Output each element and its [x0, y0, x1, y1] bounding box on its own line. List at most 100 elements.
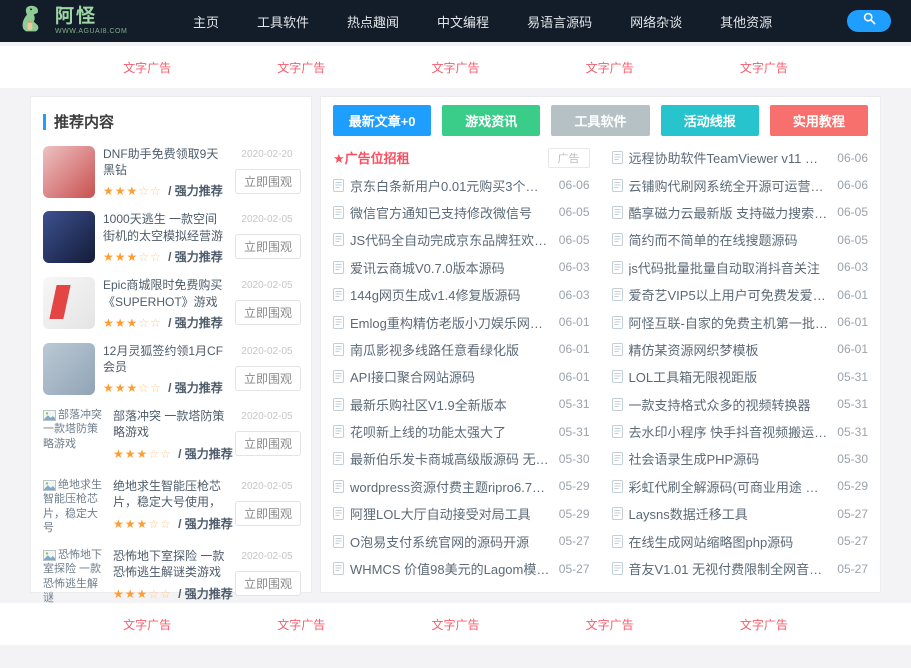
site-logo[interactable]: 阿怪 WWW.AGUAI8.COM [20, 3, 165, 40]
text-ad-link[interactable]: 文字广告 [431, 616, 479, 633]
nav-item-easy-language-source[interactable]: 易语言源码 [527, 12, 592, 31]
item-thumbnail[interactable] [43, 146, 95, 198]
article-date: 05-30 [837, 452, 868, 466]
article-link[interactable]: JS代码全自动完成京东品牌狂欢城活动任务 [350, 230, 551, 249]
document-icon [333, 535, 344, 548]
broken-image-alt[interactable]: 部落冲突 一款塔防策略游戏 [43, 408, 105, 466]
article-link[interactable]: wordpress资源付费主题ripro6.7含美化包... [350, 477, 551, 496]
tab-practical-tutorials[interactable]: 实用教程 [770, 105, 868, 136]
item-title[interactable]: 1000天逃生 一款空间街机的太空模拟经营游戏 [103, 211, 227, 244]
item-title[interactable]: 部落冲突 一款塔防策略游戏 [113, 408, 227, 440]
article-link[interactable]: 远程协助软件TeamViewer v11 单文件版 [629, 148, 830, 167]
article-link[interactable]: 爱奇艺VIP5以上用户可免费发爱奇艺VIP红包 [629, 285, 830, 304]
watch-button[interactable]: 立即围观 [235, 169, 301, 194]
text-ad-link[interactable]: 文字广告 [431, 59, 479, 76]
article-link[interactable]: 简约而不简单的在线搜题源码 [629, 230, 830, 249]
article-link[interactable]: 微信官方通知已支持修改微信号 [350, 203, 551, 222]
text-ad-link[interactable]: 文字广告 [123, 616, 171, 633]
star-filled-icons: ★★★ [103, 184, 138, 198]
article-link[interactable]: API接口聚合网站源码 [350, 367, 551, 386]
item-thumbnail[interactable] [43, 343, 95, 395]
text-ad-link[interactable]: 文字广告 [123, 59, 171, 76]
ad-slot-link[interactable]: ★广告位招租 [333, 148, 548, 167]
recommended-item: DNF助手免费领取9天黑钻★★★☆☆ / 强力推荐2020-02-20立即围观 [43, 140, 299, 205]
article-link[interactable]: 社会语录生成PHP源码 [629, 449, 830, 468]
star-empty-icons: ☆☆ [138, 381, 162, 395]
article-date: 06-05 [837, 205, 868, 219]
article-link[interactable]: 144g网页生成v1.4修复版源码 [350, 285, 551, 304]
text-ad-link[interactable]: 文字广告 [740, 59, 788, 76]
text-ad-link[interactable]: 文字广告 [277, 59, 325, 76]
article-row: wordpress资源付费主题ripro6.7含美化包...05-29 [333, 473, 590, 500]
nav-item-hot-news[interactable]: 热点趣闻 [347, 12, 399, 31]
article-link[interactable]: 南瓜影视多线路任意看绿化版 [350, 340, 551, 359]
item-rating: ★★★☆☆ / 强力推荐 [103, 248, 227, 265]
article-link[interactable]: 阿狸LOL大厅自动接受对局工具 [350, 504, 551, 523]
tab-tool-software[interactable]: 工具软件 [551, 105, 649, 136]
watch-button[interactable]: 立即围观 [235, 300, 301, 325]
article-link[interactable]: 彩虹代刷全解源码(可商业用途 防黑) [629, 477, 830, 496]
item-thumbnail[interactable] [43, 211, 95, 263]
item-title[interactable]: Epic商城限时免费购买《SUPERHOT》游戏 [103, 277, 227, 309]
item-title[interactable]: 绝地求生智能压枪芯片，稳定大号使用，永久免费 [113, 478, 227, 511]
document-icon [333, 425, 344, 438]
broken-image-alt[interactable]: 绝地求生智能压枪芯片，稳定大号 [43, 478, 105, 536]
item-info: 1000天逃生 一款空间街机的太空模拟经营游戏 ★★★☆☆ / 强力推荐 [103, 211, 227, 265]
article-link[interactable]: WHMCS 价值98美元的Lagom模板开源 [350, 559, 551, 578]
nav-item-other-resources[interactable]: 其他资源 [720, 12, 772, 31]
article-link[interactable]: Emlog重构精仿老版小刀娱乐网HFoldao模... [350, 313, 551, 332]
article-row: 最新伯乐发卡商城高级版源码 无后门05-30 [333, 445, 590, 472]
article-link[interactable]: LOL工具箱无限视距版 [629, 367, 830, 386]
article-link[interactable]: Laysns数据迁移工具 [629, 504, 830, 523]
article-link[interactable]: 云铺购代刷网系统全开源可运营程序搭建 [629, 176, 830, 195]
recommended-panel: 推荐内容 DNF助手免费领取9天黑钻★★★☆☆ / 强力推荐2020-02-20… [30, 96, 312, 593]
item-title[interactable]: DNF助手免费领取9天黑钻 [103, 146, 227, 178]
article-link[interactable]: 京东白条新用户0.01元购买3个月爱奇艺黄... [350, 176, 551, 195]
article-link[interactable]: 阿怪互联-自家的免费主机第一批正式开启 [629, 313, 830, 332]
article-row: 简约而不简单的在线搜题源码06-05 [612, 226, 869, 253]
article-link[interactable]: 精仿某资源网织梦模板 [629, 340, 830, 359]
article-link[interactable]: 音友V1.01 无视付费限制全网音乐无损免费... [629, 559, 830, 578]
article-column-left: ★广告位招租 广告 京东白条新用户0.01元购买3个月爱奇艺黄...06-06微… [333, 144, 590, 582]
nav-item-network-talk[interactable]: 网络杂谈 [630, 12, 682, 31]
item-title[interactable]: 恐怖地下室探险 一款恐怖逃生解谜类游戏 [113, 548, 227, 580]
tab-game-news[interactable]: 游戏资讯 [442, 105, 540, 136]
article-link[interactable]: 在线生成网站缩略图php源码 [629, 532, 830, 551]
article-link[interactable]: 去水印小程序 快手抖音视频搬运工上热门... [629, 422, 830, 441]
recommend-label: / 强力推荐 [175, 447, 233, 461]
watch-button[interactable]: 立即围观 [235, 234, 301, 259]
watch-button[interactable]: 立即围观 [235, 501, 301, 526]
item-thumbnail[interactable] [43, 277, 95, 329]
nav-item-chinese-programming[interactable]: 中文编程 [437, 12, 489, 31]
recommended-item: 1000天逃生 一款空间街机的太空模拟经营游戏★★★☆☆ / 强力推荐2020-… [43, 205, 299, 271]
watch-button[interactable]: 立即围观 [235, 571, 301, 596]
article-link[interactable]: O泡易支付系统官网的源码开源 [350, 532, 551, 551]
article-link[interactable]: 最新乐购社区V1.9全新版本 [350, 395, 551, 414]
text-ad-link[interactable]: 文字广告 [586, 616, 634, 633]
article-row: 精仿某资源网织梦模板06-01 [612, 336, 869, 363]
article-link[interactable]: 酷享磁力云最新版 支持磁力搜索下载和一... [629, 203, 830, 222]
item-title[interactable]: 12月灵狐签约领1月CF会员 [103, 343, 227, 375]
text-ad-link[interactable]: 文字广告 [586, 59, 634, 76]
article-link[interactable]: 花呗新上线的功能太强大了 [350, 422, 551, 441]
search-button[interactable] [847, 10, 891, 32]
category-button-row: 最新文章+0 游戏资讯工具软件活动线报实用教程 [333, 105, 868, 136]
watch-button[interactable]: 立即围观 [235, 431, 301, 456]
article-row: 一款支持格式众多的视频转换器05-31 [612, 391, 869, 418]
item-meta: 2020-02-05立即围观 [235, 277, 299, 325]
article-link[interactable]: js代码批量批量自动取消抖音关注 [629, 258, 830, 277]
text-ad-link[interactable]: 文字广告 [740, 616, 788, 633]
site-title: 阿怪 [55, 7, 127, 26]
tab-latest-articles[interactable]: 最新文章+0 [333, 105, 431, 136]
tab-activity-feeds[interactable]: 活动线报 [661, 105, 759, 136]
article-link[interactable]: 最新伯乐发卡商城高级版源码 无后门 [350, 449, 551, 468]
article-link[interactable]: 一款支持格式众多的视频转换器 [629, 395, 830, 414]
nav-item-home[interactable]: 主页 [193, 12, 219, 31]
nav-item-tool-software[interactable]: 工具软件 [257, 12, 309, 31]
watch-button[interactable]: 立即围观 [235, 366, 301, 391]
broken-image-alt[interactable]: 恐怖地下室探险 一款恐怖逃生解谜 [43, 548, 105, 606]
document-icon [333, 206, 344, 219]
text-ad-link[interactable]: 文字广告 [277, 616, 325, 633]
article-row: 爱讯云商城V0.7.0版本源码06-03 [333, 254, 590, 281]
article-link[interactable]: 爱讯云商城V0.7.0版本源码 [350, 258, 551, 277]
